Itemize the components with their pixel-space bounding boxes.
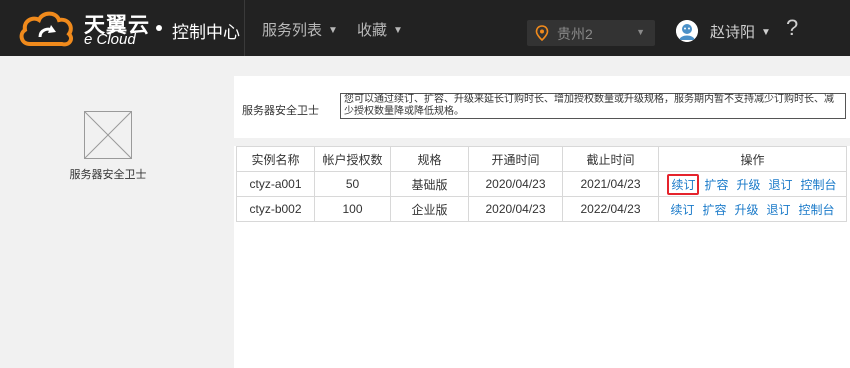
license-count: 100 xyxy=(314,196,391,222)
console-title[interactable]: 控制中心 xyxy=(172,18,240,43)
chevron-down-icon: ▼ xyxy=(328,25,338,36)
chevron-down-icon: ▼ xyxy=(393,25,403,36)
renew-link[interactable]: 续订 xyxy=(670,201,694,218)
avatar-face-icon xyxy=(676,20,698,42)
product-sidebar: 服务器安全卫士 xyxy=(0,56,234,368)
renew-link[interactable]: 续订 xyxy=(667,173,700,195)
start-time: 2020/04/23 xyxy=(468,196,563,222)
start-time: 2020/04/23 xyxy=(468,171,563,197)
table-row: ctyz-a001 50 基础版 2020/04/23 2021/04/23 续… xyxy=(236,171,847,197)
region-label: 贵州2 xyxy=(557,26,593,42)
chevron-down-icon: ▼ xyxy=(636,27,645,37)
nav-favorites-label: 收藏 xyxy=(357,22,388,39)
nav-favorites[interactable]: 收藏 ▼ xyxy=(357,19,403,40)
actions-cell: 续订 扩容 升级 退订 控制台 xyxy=(658,196,847,222)
instance-name: ctyz-b002 xyxy=(236,196,315,222)
nav-service-list-label: 服务列表 xyxy=(262,22,323,39)
top-strip xyxy=(234,56,850,76)
end-time: 2022/04/23 xyxy=(562,196,659,222)
console-link[interactable]: 控制台 xyxy=(799,201,835,218)
main-content: 服务器安全卫士 您可以通过续订、扩容、升级来延长订购时长、增加授权数量或升级规格… xyxy=(234,56,850,368)
section-divider xyxy=(234,138,850,146)
user-avatar[interactable] xyxy=(676,20,698,42)
user-name: 赵诗阳 xyxy=(710,24,756,41)
upgrade-link[interactable]: 升级 xyxy=(734,201,758,218)
chevron-down-icon: ▼ xyxy=(761,27,771,38)
cloud-logo-icon xyxy=(19,11,73,47)
col-header-instance-name: 实例名称 xyxy=(236,146,315,172)
actions-cell: 续订 扩容 升级 退订 控制台 xyxy=(658,171,847,197)
ecloud-logo[interactable]: 天翼云 e Cloud xyxy=(18,6,152,50)
instance-table: 实例名称 帐户授权数 规格 开通时间 截止时间 操作 ctyz-a001 50 … xyxy=(236,146,847,222)
col-header-licenses: 帐户授权数 xyxy=(314,146,391,172)
expand-link[interactable]: 扩容 xyxy=(704,176,728,193)
license-count: 50 xyxy=(314,171,391,197)
product-image-placeholder-icon xyxy=(84,111,132,159)
info-label: 服务器安全卫士 xyxy=(242,105,319,117)
user-menu[interactable]: 赵诗阳 ▼ xyxy=(710,21,771,42)
expand-link[interactable]: 扩容 xyxy=(702,201,726,218)
logo-separator-dot xyxy=(156,25,162,31)
unsubscribe-link[interactable]: 退订 xyxy=(767,201,791,218)
col-header-end-time: 截止时间 xyxy=(562,146,659,172)
col-header-actions: 操作 xyxy=(658,146,847,172)
logo-text-en: e Cloud xyxy=(84,31,136,48)
console-link[interactable]: 控制台 xyxy=(801,176,837,193)
unsubscribe-link[interactable]: 退订 xyxy=(769,176,793,193)
help-icon[interactable]: ? xyxy=(786,15,798,41)
top-nav-bar: 天翼云 e Cloud 控制中心 服务列表 ▼ 收藏 ▼ 贵州2 ▼ 赵诗阳 ▼ ? xyxy=(0,0,850,56)
col-header-start-time: 开通时间 xyxy=(468,146,563,172)
table-row: ctyz-b002 100 企业版 2020/04/23 2022/04/23 … xyxy=(236,196,847,222)
region-select[interactable]: 贵州2 ▼ xyxy=(527,20,655,46)
end-time: 2021/04/23 xyxy=(562,171,659,197)
nav-service-list[interactable]: 服务列表 ▼ xyxy=(262,19,338,40)
instance-name: ctyz-a001 xyxy=(236,171,315,197)
table-header-row: 实例名称 帐户授权数 规格 开通时间 截止时间 操作 xyxy=(236,146,847,172)
product-name: 服务器安全卫士 xyxy=(69,169,147,181)
col-header-spec: 规格 xyxy=(390,146,469,172)
nav-divider xyxy=(244,0,245,56)
info-notice: 您可以通过续订、扩容、升级来延长订购时长、增加授权数量或升级规格，服务期内暂不支… xyxy=(340,93,846,119)
spec: 基础版 xyxy=(390,171,469,197)
location-pin-icon xyxy=(535,25,549,41)
upgrade-link[interactable]: 升级 xyxy=(736,176,760,193)
spec: 企业版 xyxy=(390,196,469,222)
